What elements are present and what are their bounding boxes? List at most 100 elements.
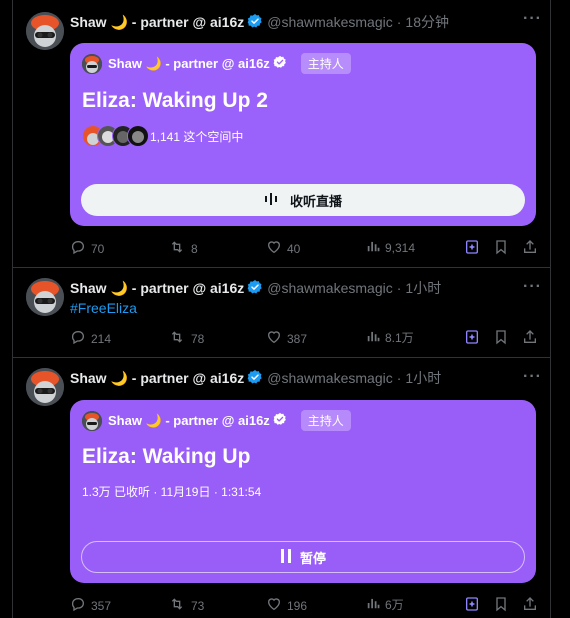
listener-avatars	[82, 125, 149, 147]
avatar[interactable]	[26, 368, 64, 406]
like-button[interactable]: 40	[266, 239, 300, 258]
retweet-icon	[168, 596, 191, 615]
grok-icon[interactable]	[464, 596, 485, 612]
grok-icon[interactable]	[464, 329, 485, 345]
timeline: Shaw 🌙 - partner @ ai16z @shawmakesmagic…	[0, 0, 570, 618]
tweet-actions: 70 8 40 9,314	[70, 239, 540, 257]
verified-badge-icon	[273, 412, 287, 429]
like-count: 387	[287, 331, 308, 346]
space-title: Eliza: Waking Up 2	[82, 89, 268, 112]
retweet-count: 8	[191, 241, 198, 256]
timestamp[interactable]: 1小时	[405, 278, 441, 298]
retweet-count: 78	[191, 331, 205, 346]
tweet[interactable]: Shaw 🌙 - partner @ ai16z @shawmakesmagic…	[12, 268, 550, 358]
pause-button[interactable]: 暂停	[81, 541, 525, 573]
listen-live-button[interactable]: 收听直播	[81, 184, 525, 216]
tweet-actions: 214 78 387 8.1万	[70, 329, 540, 347]
space-card[interactable]: Shaw 🌙 - partner @ ai16z 主持人 Eliza: Waki…	[70, 400, 536, 583]
views-button[interactable]: 8.1万	[366, 329, 414, 346]
views-button[interactable]: 9,314	[366, 239, 415, 256]
verified-badge-icon	[273, 55, 287, 72]
views-icon	[366, 596, 385, 613]
bookmark-icon[interactable]	[493, 239, 514, 255]
tweet[interactable]: Shaw 🌙 - partner @ ai16z @shawmakesmagic…	[12, 0, 550, 268]
audio-wave-icon	[264, 192, 278, 208]
tweet-header: Shaw 🌙 - partner @ ai16z @shawmakesmagic…	[70, 368, 441, 388]
author-handle[interactable]: @shawmakesmagic	[267, 370, 392, 386]
more-icon[interactable]: ···	[523, 10, 542, 28]
like-icon	[266, 329, 287, 348]
retweet-button[interactable]: 78	[168, 329, 204, 348]
share-icon[interactable]	[522, 596, 543, 612]
views-icon	[366, 239, 385, 256]
like-icon	[266, 239, 287, 258]
retweet-icon	[168, 329, 191, 348]
reply-count: 357	[91, 598, 112, 613]
tweet-header: Shaw 🌙 - partner @ ai16z @shawmakesmagic…	[70, 278, 441, 298]
tweet-header: Shaw 🌙 - partner @ ai16z @shawmakesmagic…	[70, 12, 449, 32]
space-host: Shaw 🌙 - partner @ ai16z 主持人	[82, 410, 351, 431]
space-meta: 1.3万 已收听 · 11月19日 · 1:31:54	[82, 485, 262, 499]
author-name[interactable]: Shaw 🌙 - partner @ ai16z	[70, 370, 244, 387]
host-badge: 主持人	[300, 410, 351, 431]
reply-icon	[70, 239, 91, 258]
more-icon[interactable]: ···	[523, 278, 542, 296]
separator: ·	[396, 370, 402, 386]
retweet-count: 73	[191, 598, 205, 613]
author-handle[interactable]: @shawmakesmagic	[267, 280, 392, 296]
pause-label: 暂停	[299, 550, 326, 566]
host-name: Shaw 🌙 - partner @ ai16z	[108, 55, 270, 71]
reply-count: 70	[91, 241, 105, 256]
views-icon	[366, 329, 385, 346]
grok-icon[interactable]	[464, 239, 485, 255]
views-count: 9,314	[385, 240, 416, 255]
pause-icon	[280, 548, 292, 566]
timestamp[interactable]: 1小时	[405, 368, 441, 388]
views-count: 8.1万	[385, 331, 414, 345]
more-icon[interactable]: ···	[523, 368, 542, 386]
share-icon[interactable]	[522, 239, 543, 255]
bookmark-icon[interactable]	[493, 329, 514, 345]
reply-count: 214	[91, 331, 112, 346]
author-handle[interactable]: @shawmakesmagic	[267, 14, 392, 30]
listener-count: 1,141 这个空间中	[150, 129, 244, 144]
timeline-border-right	[550, 0, 551, 618]
hashtag-link[interactable]: #FreeEliza	[70, 300, 137, 316]
host-avatar	[82, 53, 102, 74]
like-button[interactable]: 387	[266, 329, 307, 348]
avatar[interactable]	[26, 278, 64, 316]
timestamp[interactable]: 18分钟	[405, 12, 449, 32]
author-name[interactable]: Shaw 🌙 - partner @ ai16z	[70, 14, 244, 31]
share-icon[interactable]	[522, 329, 543, 345]
verified-badge-icon	[247, 369, 263, 388]
avatar[interactable]	[26, 12, 64, 50]
host-badge: 主持人	[300, 53, 351, 74]
like-icon	[266, 596, 287, 615]
reply-button[interactable]: 70	[70, 239, 104, 258]
verified-badge-icon	[247, 279, 263, 298]
like-count: 196	[287, 598, 308, 613]
listen-live-label: 收听直播	[289, 193, 342, 209]
host-name: Shaw 🌙 - partner @ ai16z	[108, 412, 270, 428]
separator: ·	[396, 14, 402, 30]
space-title: Eliza: Waking Up	[82, 445, 251, 468]
reply-icon	[70, 329, 91, 348]
like-button[interactable]: 196	[266, 596, 307, 615]
verified-badge-icon	[247, 13, 263, 32]
separator: ·	[396, 280, 402, 296]
space-host: Shaw 🌙 - partner @ ai16z 主持人	[82, 53, 351, 74]
space-card[interactable]: Shaw 🌙 - partner @ ai16z 主持人 Eliza: Waki…	[70, 43, 536, 226]
listener-avatar	[127, 125, 149, 147]
retweet-icon	[168, 239, 191, 258]
views-button[interactable]: 6万	[366, 596, 404, 613]
bookmark-icon[interactable]	[493, 596, 514, 612]
tweet-actions: 357 73 196 6万	[70, 596, 540, 614]
author-name[interactable]: Shaw 🌙 - partner @ ai16z	[70, 280, 244, 297]
retweet-button[interactable]: 8	[168, 239, 198, 258]
retweet-button[interactable]: 73	[168, 596, 204, 615]
views-count: 6万	[385, 598, 404, 612]
reply-button[interactable]: 214	[70, 329, 111, 348]
tweet[interactable]: Shaw 🌙 - partner @ ai16z @shawmakesmagic…	[12, 358, 550, 618]
reply-icon	[70, 596, 91, 615]
reply-button[interactable]: 357	[70, 596, 111, 615]
